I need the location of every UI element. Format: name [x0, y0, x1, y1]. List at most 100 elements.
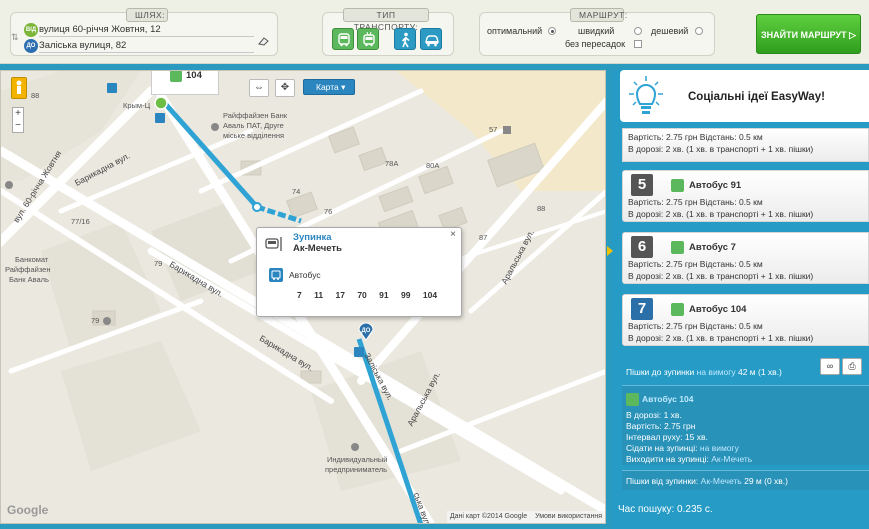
zoom-control[interactable]: + −	[12, 107, 24, 133]
option-cheap-radio[interactable]	[695, 27, 703, 35]
bus-mode-button[interactable]	[332, 28, 354, 50]
bus-icon	[671, 241, 684, 254]
route-section-title: ШЛЯХ:	[126, 8, 168, 22]
walk-from-prefix: Пішки від зупинки:	[626, 476, 699, 486]
detail-interval: Інтервал руху: 15 хв.	[626, 432, 708, 442]
board-stop-link[interactable]: на вимогу	[700, 443, 739, 453]
walk-from-stop-link[interactable]: Ак-Мечеть	[701, 476, 742, 486]
route-card-line2: В дорозі: 2 хв. (1 хв. в транспорті + 1 …	[628, 271, 814, 281]
popup-route[interactable]: 17	[335, 290, 344, 300]
zoom-in-button[interactable]: +	[13, 108, 23, 120]
route-card-number: 7	[631, 298, 653, 320]
zoom-out-button[interactable]: −	[13, 120, 23, 132]
board-prefix: Сідати на зупинці:	[626, 443, 698, 453]
destination-marker[interactable]: ДО	[357, 321, 375, 341]
map-label-entrepreneur-2: предприниматель	[325, 465, 388, 474]
popup-route[interactable]: 7	[297, 290, 302, 300]
option-optimal-radio[interactable]	[548, 27, 556, 35]
map-label-57: 57	[489, 125, 498, 134]
eraser-icon[interactable]	[258, 36, 270, 46]
option-no-transfer-label: без пересадок	[565, 39, 626, 49]
detail-board: Сідати на зупинці: на вимогу	[626, 443, 739, 453]
map-label-77: 77/16	[71, 217, 90, 226]
walk-from-suffix: 29 м (0 хв.)	[744, 476, 788, 486]
trolleybus-mode-button[interactable]	[357, 28, 379, 50]
walk-mode-button[interactable]	[394, 28, 416, 50]
walk-icon	[401, 32, 410, 48]
collapse-arrow-icon[interactable]	[607, 246, 613, 256]
map-type-select[interactable]: Карта ▾	[303, 79, 355, 95]
popup-route[interactable]: 104	[423, 290, 437, 300]
from-badge: ВІД	[24, 23, 38, 37]
map-label-bank-2: Аваль ПАТ, Друге	[223, 121, 284, 130]
route-card-name: Автобус 104	[689, 304, 747, 315]
social-ideas-banner[interactable]: Соціальні ідеї EasyWay!	[620, 70, 869, 122]
route-card-6[interactable]: 6 Автобус 7 Вартість: 2.75 грн Відстань:…	[622, 232, 869, 284]
option-optimal-label: оптимальний	[487, 26, 543, 36]
route-card-number: 5	[631, 174, 653, 196]
map-label-bankomat-3: Банк Аваль	[9, 275, 49, 284]
to-address-input[interactable]: Заліська вулиця, 82	[39, 39, 254, 53]
option-cheap-label: дешевий	[651, 26, 689, 36]
map-label-76: 76	[324, 207, 333, 216]
map-label-79: 79	[154, 259, 163, 268]
map-copyright: Дані карт ©2014 Google Умови використанн…	[446, 511, 605, 523]
popup-route[interactable]: 11	[314, 290, 323, 300]
map-label-78a: 78А	[385, 159, 399, 168]
pegman-icon[interactable]	[11, 77, 27, 99]
google-logo: Google	[7, 503, 49, 517]
map-copyright-text: Дані карт ©2014 Google	[449, 513, 528, 520]
popup-route[interactable]: 70	[357, 290, 366, 300]
detail-bus-name[interactable]: Автобус 104	[642, 394, 693, 404]
option-fast-label: швидкий	[578, 26, 615, 36]
popup-stop-name: Ак-Мечеть	[293, 243, 342, 254]
bus-icon	[671, 303, 684, 316]
option-no-transfer-checkbox[interactable]	[634, 40, 642, 48]
popup-route[interactable]: 99	[401, 290, 410, 300]
route-card-line1: Вартість: 2.75 грн Відстань: 0.5 км	[628, 321, 763, 331]
option-fast-radio[interactable]	[634, 27, 642, 35]
bus-icon	[671, 179, 684, 192]
popup-route[interactable]: 91	[379, 290, 388, 300]
car-icon	[425, 35, 439, 47]
walk-to-prefix: Пішки до зупинки	[626, 367, 695, 377]
fullscreen-button[interactable]: ⇔	[249, 79, 269, 97]
car-mode-button[interactable]	[420, 28, 442, 50]
map-label-krym: Крым-Ц	[123, 101, 151, 110]
exit-stop-link[interactable]: Ак-Мечеть	[711, 454, 752, 464]
walk-to-stop-link[interactable]: на вимогу	[697, 367, 736, 377]
popup-stop-kind: Зупинка	[293, 232, 332, 243]
map-label-entrepreneur-1: Индивидуальный	[327, 455, 388, 464]
route-card-partial[interactable]: Вартість: 2.75 грн Відстань: 0.5 км В до…	[622, 128, 869, 162]
route-card-5[interactable]: 5 Автобус 91 Вартість: 2.75 грн Відстань…	[622, 170, 869, 222]
poi-icon	[351, 443, 359, 451]
route-chip-bus-icon	[170, 71, 182, 82]
lightbulb-icon	[626, 74, 666, 118]
from-address-input[interactable]: вулиця 60-річчя Жовтня, 12	[39, 23, 254, 37]
options-section-title: МАРШРУТ:	[570, 8, 627, 22]
popup-bus-icon	[269, 268, 283, 282]
bus-stop-icon[interactable]	[354, 347, 364, 357]
route-card-number: 6	[631, 236, 653, 258]
route-chip[interactable]: 104	[151, 71, 219, 95]
map-terms-link[interactable]: Умови використання	[535, 513, 602, 520]
popup-routes-list: 7 11 17 70 91 99 104	[297, 290, 437, 300]
find-route-button[interactable]: ЗНАЙТИ МАРШРУТ ▷	[756, 14, 861, 54]
bus-stop-icon[interactable]	[155, 113, 165, 123]
exit-prefix: Виходити на зупинці:	[626, 454, 709, 464]
bus-stop-icon[interactable]	[107, 83, 117, 93]
move-button[interactable]: ✥	[275, 79, 295, 97]
popup-close-button[interactable]: ×	[450, 229, 456, 240]
bus-icon	[626, 393, 639, 406]
map-type-label: Карта	[316, 82, 339, 92]
map[interactable]: Крым-Ц Райффайзен Банк Аваль ПАТ, Друге …	[0, 70, 606, 524]
bus-detail-panel: Автобус 104 В дорозі: 1 хв. Вартість: 2.…	[622, 385, 869, 465]
bus-stop-sign-icon	[265, 236, 283, 252]
route-card-7[interactable]: 7 Автобус 104 Вартість: 2.75 грн Відстан…	[622, 294, 869, 346]
detail-exit: Виходити на зупинці: Ак-Мечеть	[626, 454, 752, 464]
swap-icon[interactable]: ⇅	[11, 32, 19, 44]
map-label-79b: 79	[91, 316, 100, 325]
from-address-text: вулиця 60-річчя Жовтня, 12	[39, 24, 161, 35]
map-label-80a: 80А	[426, 161, 440, 170]
route-card-line2: В дорозі: 2 хв. (1 хв. в транспорті + 1 …	[628, 144, 814, 154]
